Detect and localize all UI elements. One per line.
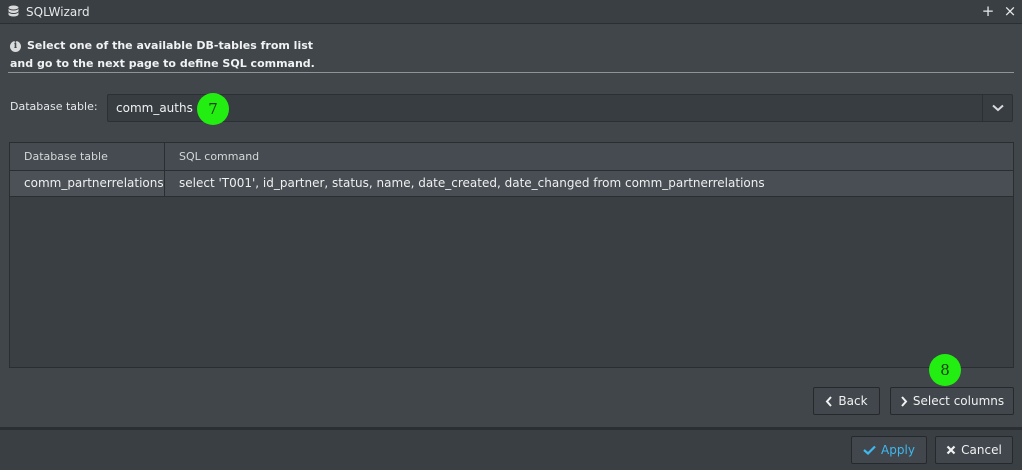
database-icon [8, 5, 20, 19]
apply-button[interactable]: Apply [851, 436, 927, 464]
x-icon [946, 445, 956, 455]
chevron-down-icon[interactable] [982, 95, 1012, 121]
checkmark-icon [863, 445, 876, 455]
info-line-2: and go to the next page to define SQL co… [10, 57, 315, 70]
column-header-sql-command[interactable]: SQL command [165, 143, 259, 170]
apply-button-label: Apply [881, 443, 915, 457]
close-icon[interactable]: × [1001, 2, 1019, 20]
title-bar: SQLWizard + × [0, 0, 1022, 24]
database-table-label: Database table: [10, 100, 98, 113]
chevron-right-icon [900, 395, 908, 407]
cell-sql-command[interactable]: select 'T001', id_partner, status, name,… [165, 171, 765, 196]
cancel-button[interactable]: Cancel [935, 436, 1013, 464]
info-line-1: Select one of the available DB-tables fr… [27, 39, 314, 52]
database-table-value: comm_auths [116, 101, 193, 115]
info-icon: i [10, 40, 21, 52]
chevron-left-icon [825, 395, 833, 407]
column-header-database-table[interactable]: Database table [10, 143, 165, 170]
back-button[interactable]: Back [813, 387, 880, 415]
window-title: SQLWizard [26, 4, 90, 19]
cancel-button-label: Cancel [961, 443, 1002, 457]
wizard-content: i Select one of the available DB-tables … [0, 25, 1022, 427]
step-marker-7: 7 [197, 93, 229, 125]
select-columns-button-label: Select columns [912, 394, 1005, 408]
divider [8, 72, 1014, 73]
database-table-select[interactable]: comm_auths [107, 94, 1013, 122]
sql-grid: Database table SQL command comm_partnerr… [9, 142, 1014, 368]
add-icon[interactable]: + [979, 2, 997, 20]
info-message: i Select one of the available DB-tables … [10, 37, 315, 73]
cell-database-table[interactable]: comm_partnerrelations [10, 171, 165, 196]
table-row[interactable]: comm_partnerrelations select 'T001', id_… [10, 171, 1013, 197]
back-button-label: Back [838, 394, 868, 408]
dialog-footer: Apply Cancel [0, 427, 1022, 470]
grid-header: Database table SQL command [10, 143, 1013, 171]
select-columns-button[interactable]: Select columns [890, 387, 1014, 415]
step-marker-8: 8 [929, 354, 961, 386]
